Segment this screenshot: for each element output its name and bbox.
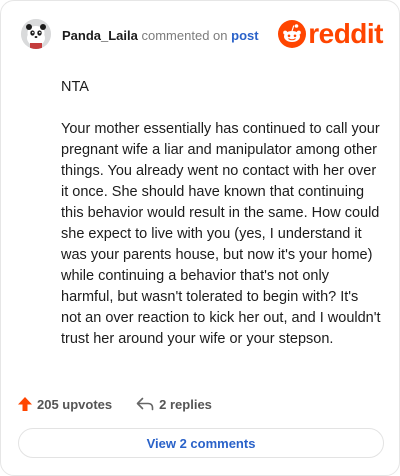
upvote-arrow-icon: [18, 397, 32, 411]
upvote-count: 205 upvotes: [37, 396, 113, 412]
avatar-icon: [21, 19, 51, 49]
commented-on-text: commented on: [141, 28, 228, 43]
comment-paragraph: Your mother essentially has continued to…: [61, 121, 381, 347]
username[interactable]: Panda_Laila: [62, 28, 138, 43]
reddit-snoo-icon: [278, 20, 307, 48]
comment-byline: Panda_Laila commented on post: [62, 28, 259, 43]
post-link[interactable]: post: [231, 28, 258, 43]
upvote-button[interactable]: 205 upvotes: [17, 396, 112, 412]
comment-header: Panda_Laila commented on post reddit: [15, 15, 385, 53]
replies-button[interactable]: 2 replies: [136, 397, 212, 412]
comment-actions: 205 upvotes 2 replies: [17, 393, 212, 415]
view-comments-button[interactable]: View 2 comments: [18, 428, 384, 458]
comment-card: Panda_Laila commented on post reddit NTA…: [0, 0, 400, 476]
avatar[interactable]: [21, 19, 51, 49]
comment-body: NTA Your mother essentially has continue…: [61, 77, 381, 350]
reddit-logo[interactable]: reddit: [278, 19, 383, 49]
comment-verdict: NTA: [61, 79, 89, 95]
reply-count: 2 replies: [159, 396, 212, 412]
reply-arrow-icon: [136, 397, 154, 411]
reddit-wordmark: reddit: [308, 18, 383, 49]
